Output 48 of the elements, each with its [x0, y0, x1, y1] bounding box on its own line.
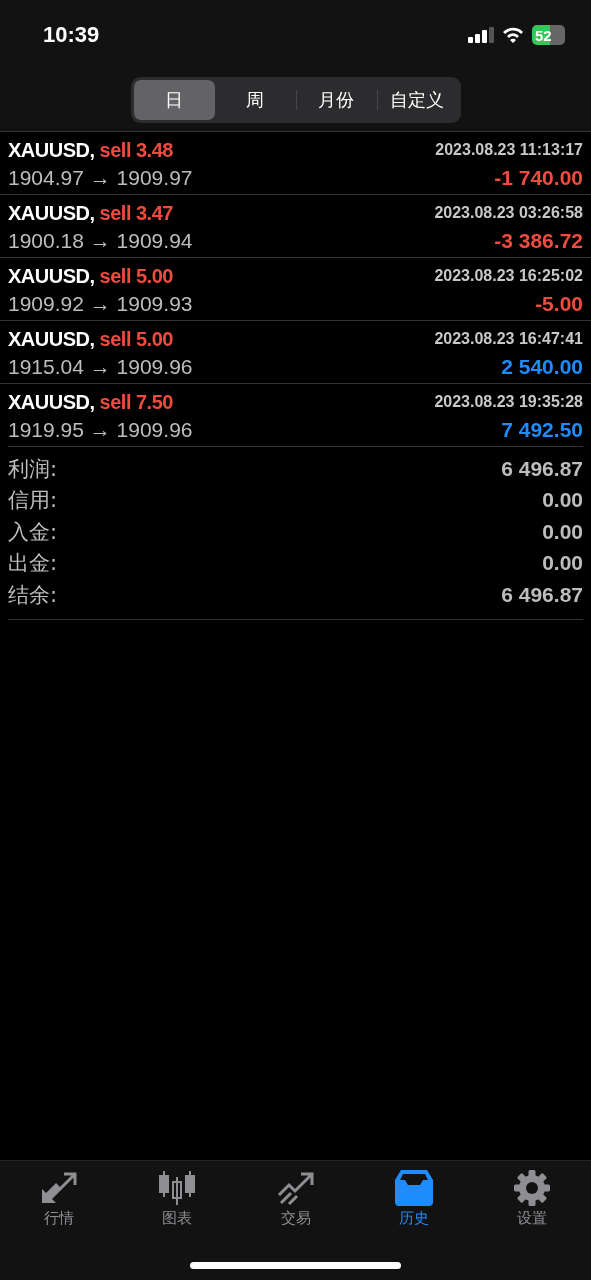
nav-tab[interactable]: 图表 — [118, 1170, 237, 1232]
nav-tab[interactable]: 交易 — [236, 1170, 355, 1232]
trade-title: XAUUSD, sell 5.00 — [8, 264, 173, 288]
trade-profit: 7 492.50 — [501, 418, 583, 442]
status-time: 10:39 — [43, 22, 100, 48]
wifi-icon — [502, 27, 524, 43]
trade-time: 2023.08.23 03:26:58 — [434, 204, 583, 222]
summary-value: 6 496.87 — [501, 456, 583, 481]
period-tab[interactable]: 日 — [133, 80, 215, 120]
summary-label: 信用: — [8, 487, 58, 515]
trade-title: XAUUSD, sell 7.50 — [8, 390, 173, 414]
trade-profit: 2 540.00 — [501, 355, 583, 379]
trade-title: XAUUSD, sell 3.47 — [8, 201, 173, 225]
summary-value: 6 496.87 — [501, 582, 583, 607]
arrows-icon — [40, 1171, 79, 1205]
period-tab[interactable]: 月份 — [295, 80, 377, 120]
trade-prices: 1909.92 → 1909.93 — [8, 292, 193, 316]
trade-prices: 1904.97 → 1909.97 — [8, 166, 193, 190]
period-tab[interactable]: 自定义 — [376, 80, 458, 120]
summary-value: 0.00 — [542, 488, 583, 513]
trade-time: 2023.08.23 16:47:41 — [434, 330, 583, 348]
trend-arrow-icon — [276, 1171, 315, 1205]
trade-profit: -3 386.72 — [494, 229, 583, 253]
summary-label: 入金: — [8, 518, 58, 546]
trade-prices: 1919.95 → 1909.96 — [8, 418, 193, 442]
trade-title: XAUUSD, sell 5.00 — [8, 327, 173, 351]
settings-icon — [513, 1170, 550, 1206]
summary-value: 0.00 — [542, 519, 583, 544]
nav-tab[interactable]: 行情 — [0, 1170, 119, 1232]
trade-time: 2023.08.23 11:13:17 — [435, 141, 583, 159]
summary-label: 结余: — [8, 581, 58, 609]
trade-time: 2023.08.23 16:25:02 — [434, 267, 583, 285]
trade-profit: -5.00 — [535, 292, 583, 316]
battery-indicator: 52 — [532, 25, 565, 45]
inbox-icon — [394, 1170, 433, 1206]
trade-profit: -1 740.00 — [494, 166, 583, 190]
nav-tab[interactable]: 设置 — [472, 1170, 591, 1232]
trade-time: 2023.08.23 19:35:28 — [434, 393, 583, 411]
trade-prices: 1915.04 → 1909.96 — [8, 355, 193, 379]
nav-tab[interactable]: 历史 — [354, 1170, 473, 1232]
trade-prices: 1900.18 → 1909.94 — [8, 229, 193, 253]
period-tab[interactable]: 周 — [214, 80, 296, 120]
signal-icon — [468, 27, 494, 43]
summary-label: 出金: — [8, 550, 58, 578]
summary-value: 0.00 — [542, 551, 583, 576]
summary-label: 利润: — [8, 455, 58, 483]
candlestick-icon — [158, 1171, 197, 1205]
trade-title: XAUUSD, sell 3.48 — [8, 138, 173, 162]
